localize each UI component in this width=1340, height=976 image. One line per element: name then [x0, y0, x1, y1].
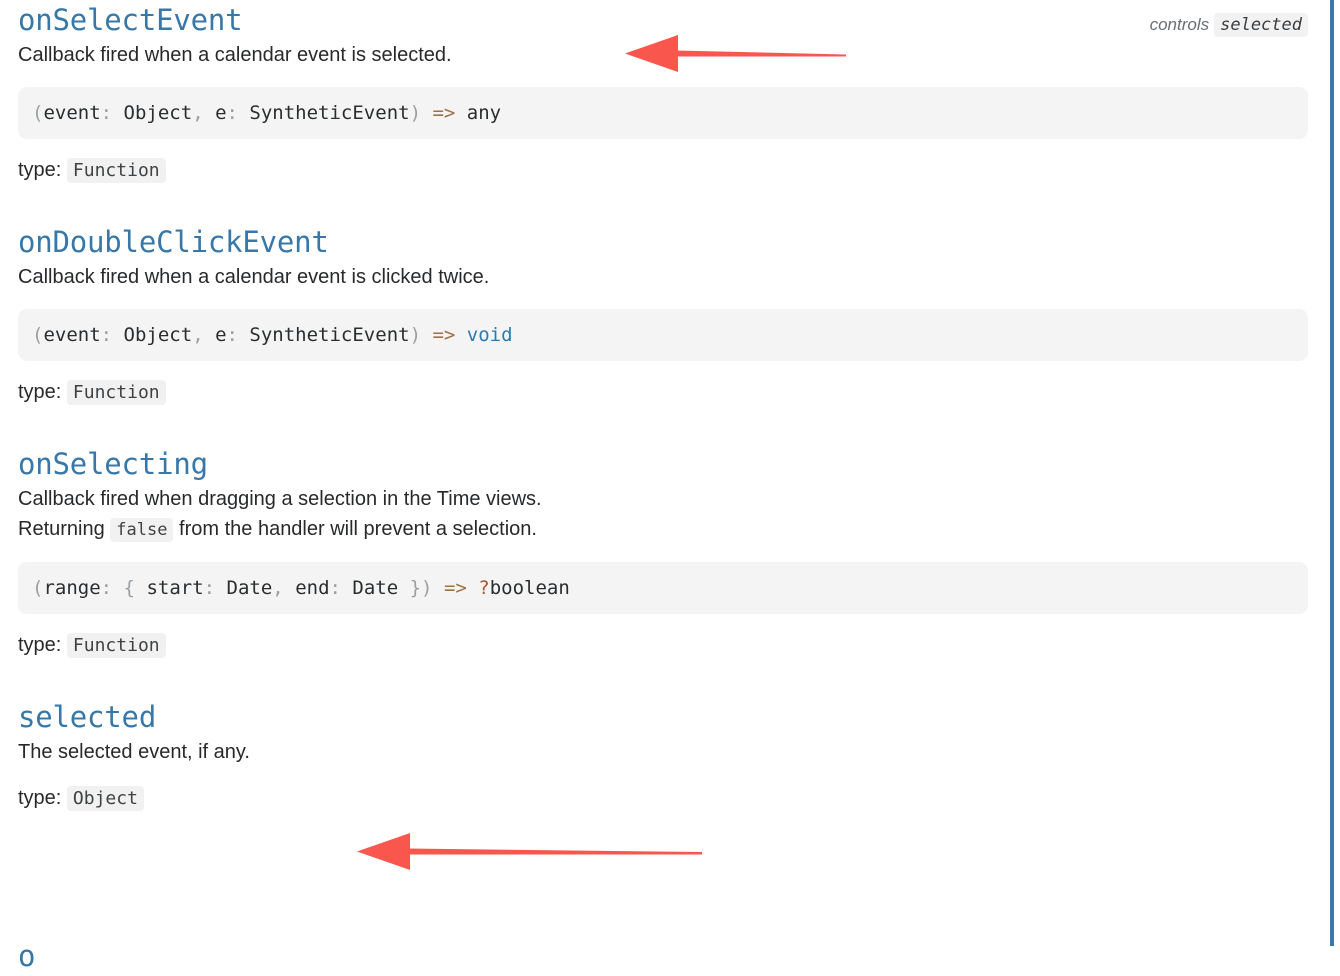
prop-type-line: type: Function — [18, 157, 1308, 184]
prop-name-heading[interactable]: selected — [18, 697, 156, 737]
type-value: Function — [66, 158, 166, 183]
prop-type-line: type: Function — [18, 379, 1308, 406]
prop-section-onSelectEvent: onSelectEvent controls selected Callback fi… — [18, 0, 1308, 184]
signature-code-block: (range: { start: Date, end: Date }) => ?… — [18, 562, 1308, 614]
controls-label: controls — [1149, 15, 1210, 34]
prop-header: onSelecting — [18, 444, 1308, 484]
type-label: type: — [18, 381, 62, 403]
prop-name-heading[interactable]: onSelecting — [18, 444, 208, 484]
signature-token: ( — [32, 577, 44, 599]
type-value: Function — [66, 380, 166, 405]
signature-token: range — [43, 577, 101, 599]
signature-token: start — [146, 577, 204, 599]
api-props-document: onSelectEvent controls selected Callback fi… — [0, 0, 1340, 973]
signature-token: e — [215, 324, 227, 346]
signature-token: void — [466, 324, 513, 346]
signature-token: : — [226, 324, 250, 346]
prop-header: selected — [18, 697, 1308, 737]
signature-token: any — [466, 102, 502, 124]
type-value: Object — [66, 786, 144, 811]
right-edge-rule — [1330, 0, 1334, 946]
type-value: Function — [66, 633, 166, 658]
description-text: Callback fired when a calendar event is … — [18, 44, 452, 66]
type-label: type: — [18, 159, 62, 181]
signature-token: Object — [123, 324, 193, 346]
prop-type-line: type: Object — [18, 785, 1308, 812]
signature-token: ) — [409, 102, 422, 124]
type-label: type: — [18, 634, 62, 656]
prop-description: Callback fired when dragging a selection… — [18, 484, 1308, 514]
signature-token: => — [421, 324, 467, 346]
signature-token: : — [100, 102, 124, 124]
signature-token: event — [43, 324, 101, 346]
signature-token: : — [100, 577, 124, 599]
controls-target-link[interactable]: selected — [1214, 13, 1308, 37]
signature-token: SyntheticEvent — [249, 324, 410, 346]
signature-token: ? — [478, 577, 490, 599]
signature-token: ) — [409, 324, 422, 346]
signature-token: : — [203, 577, 227, 599]
signature-token: : — [226, 102, 250, 124]
signature-token: Date — [226, 577, 273, 599]
type-label: type: — [18, 787, 62, 809]
prop-description: Returning false from the handler will pr… — [18, 514, 1308, 545]
signature-token: , — [192, 102, 216, 124]
inline-code: false — [110, 518, 174, 542]
prop-header: onSelectEvent controls selected — [18, 0, 1308, 40]
signature-code-block: (event: Object, e: SyntheticEvent) => an… — [18, 87, 1308, 139]
prop-section-onDoubleClickEvent: onDoubleClickEvent Callback fired when a … — [18, 222, 1308, 406]
description-text: Callback fired when a calendar event is … — [18, 266, 490, 288]
next-prop-heading-clipped[interactable]: o — [18, 936, 35, 976]
signature-token: => — [432, 577, 479, 599]
signature-token: e — [215, 102, 227, 124]
prop-section-onSelecting: onSelecting Callback fired when dragging … — [18, 444, 1308, 659]
prop-description: Callback fired when a calendar event is … — [18, 262, 1308, 292]
signature-token: }) — [398, 577, 433, 599]
signature-token: , — [192, 324, 216, 346]
signature-token: { — [123, 577, 147, 599]
prop-header: onDoubleClickEvent — [18, 222, 1308, 262]
description-text: Returning — [18, 518, 111, 540]
prop-name-heading[interactable]: onDoubleClickEvent — [18, 222, 329, 262]
signature-token: => — [421, 102, 467, 124]
signature-token: Date — [352, 577, 399, 599]
signature-code-block: (event: Object, e: SyntheticEvent) => vo… — [18, 309, 1308, 361]
signature-token: , — [272, 577, 296, 599]
description-text: Callback fired when dragging a selection… — [18, 488, 542, 510]
prop-description: The selected event, if any. — [18, 737, 1308, 767]
description-text: The selected event, if any. — [18, 741, 250, 763]
signature-token: Object — [123, 102, 193, 124]
description-text: from the handler will prevent a selectio… — [173, 518, 537, 540]
prop-description: Callback fired when a calendar event is … — [18, 40, 1308, 70]
signature-token: end — [295, 577, 330, 599]
signature-token: ( — [32, 324, 44, 346]
prop-section-selected: selected The selected event, if any. type:… — [18, 697, 1308, 812]
signature-token: : — [329, 577, 353, 599]
prop-name-heading[interactable]: onSelectEvent — [18, 0, 243, 40]
signature-token: event — [43, 102, 101, 124]
signature-token: boolean — [489, 577, 570, 599]
prop-type-line: type: Function — [18, 632, 1308, 659]
signature-token: SyntheticEvent — [249, 102, 410, 124]
signature-token: ( — [32, 102, 44, 124]
controls-note: controls selected — [1149, 13, 1308, 37]
signature-token: : — [100, 324, 124, 346]
